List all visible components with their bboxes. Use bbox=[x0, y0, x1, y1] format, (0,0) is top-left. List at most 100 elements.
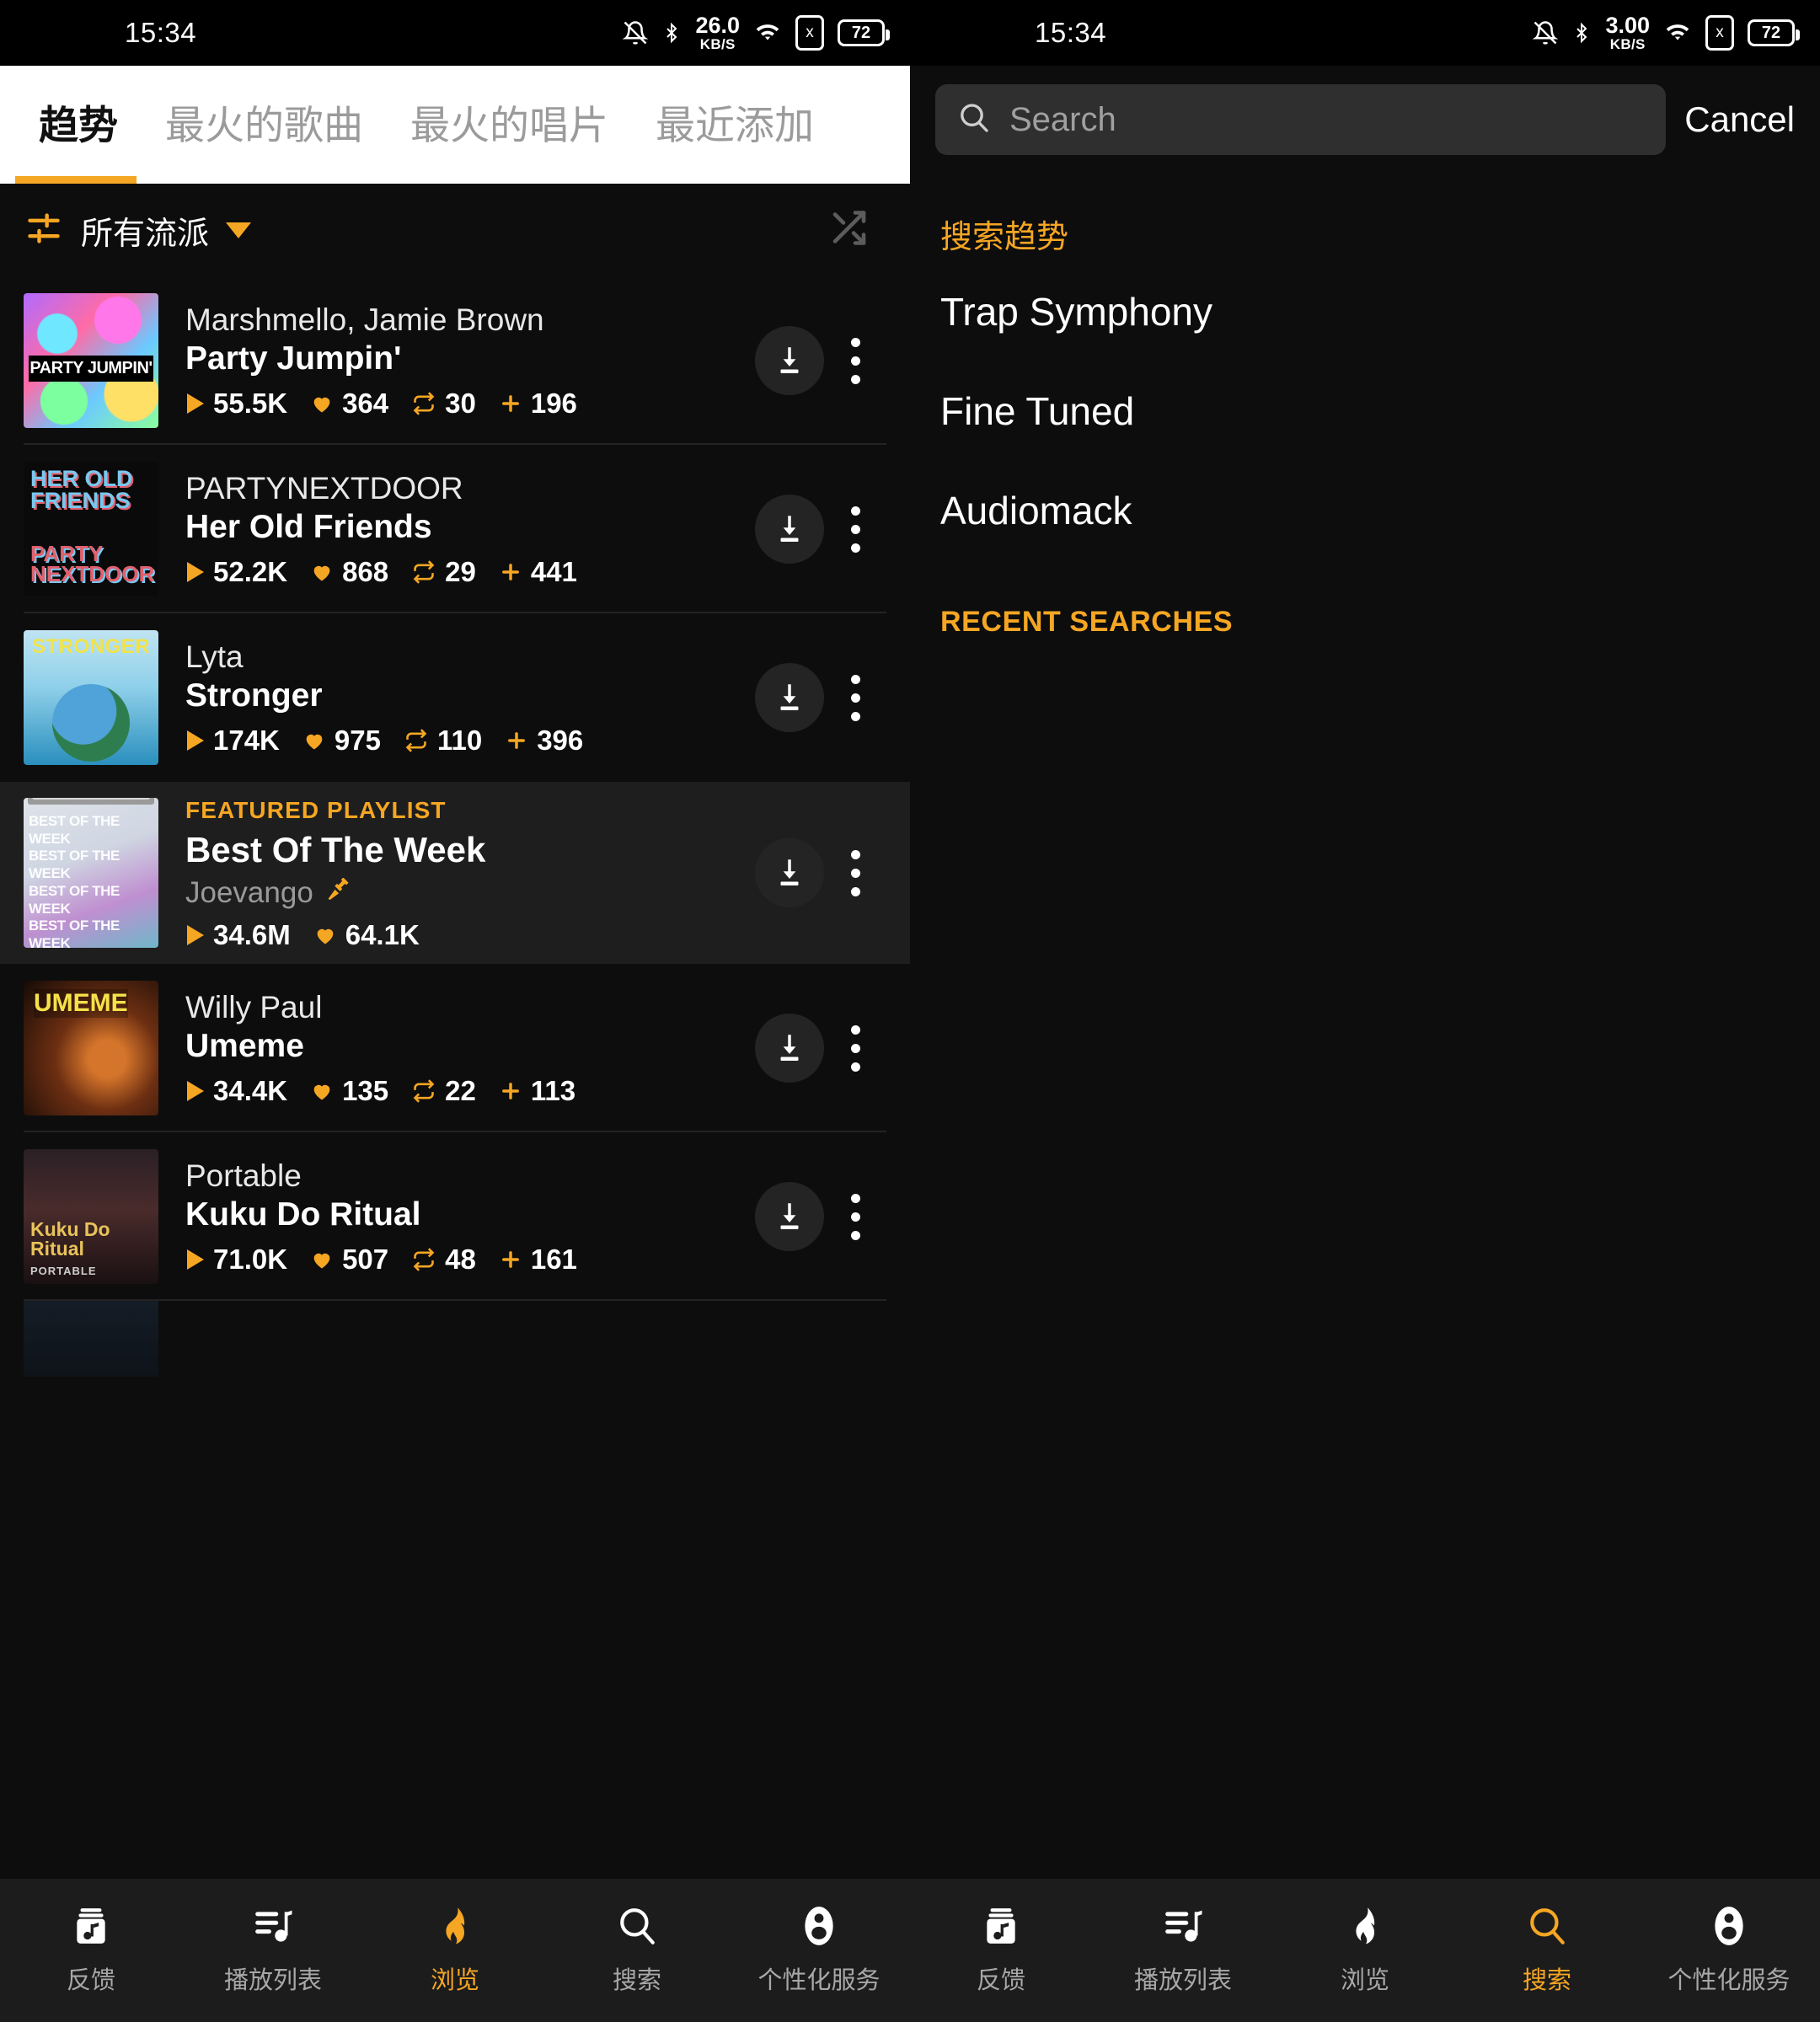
trending-search-item[interactable]: Fine Tuned bbox=[910, 361, 1820, 461]
track-meta: Portable Kuku Do Ritual 71.0K 507 48 161 bbox=[158, 1158, 755, 1276]
nav-item-account[interactable]: 个性化服务 bbox=[1638, 1905, 1820, 1996]
nav-item-browse[interactable]: 浏览 bbox=[364, 1905, 546, 1996]
track-row[interactable]: Willy Paul Umeme 34.4K 135 22 bbox=[0, 964, 910, 1132]
stat-plays: 55.5K bbox=[185, 388, 287, 420]
nav-item-feed[interactable]: 反馈 bbox=[910, 1905, 1092, 1996]
nav-label: 个性化服务 bbox=[1667, 1967, 1791, 1994]
repost-icon bbox=[413, 1079, 435, 1103]
track-title: Umeme bbox=[185, 1028, 304, 1065]
stat-adds: 441 bbox=[498, 556, 577, 588]
stat-adds: 113 bbox=[498, 1075, 575, 1107]
stat-likes: 64.1K bbox=[313, 919, 420, 951]
download-icon bbox=[780, 859, 799, 886]
album-art[interactable] bbox=[24, 293, 158, 428]
track-title: Party Jumpin' bbox=[185, 340, 402, 377]
track-row[interactable]: Portable Kuku Do Ritual 71.0K 507 48 bbox=[0, 1132, 910, 1301]
wifi-icon bbox=[753, 19, 782, 46]
dual-screenshot: 15:34 26.0 KB/S x 72 趋势 最火的歌曲 最火的唱片 最近添加… bbox=[0, 0, 1820, 2022]
more-vertical-icon[interactable] bbox=[824, 674, 886, 721]
repost-icon bbox=[413, 1248, 435, 1271]
plus-icon bbox=[508, 732, 526, 750]
more-vertical-icon[interactable] bbox=[824, 849, 886, 896]
nav-item-feed[interactable]: 反馈 bbox=[0, 1905, 182, 1996]
nav-label: 个性化服务 bbox=[757, 1967, 881, 1994]
tab-recently-added[interactable]: 最近添加 bbox=[632, 66, 838, 184]
download-button[interactable] bbox=[755, 495, 824, 564]
track-artist: Portable bbox=[185, 1158, 302, 1193]
play-triangle-icon bbox=[187, 1081, 204, 1102]
stat-plays: 34.4K bbox=[185, 1075, 287, 1107]
nav-item-browse[interactable]: 浏览 bbox=[1274, 1905, 1456, 1996]
track-artist: Lyta bbox=[185, 639, 244, 674]
play-triangle-icon bbox=[187, 393, 204, 415]
account-icon bbox=[805, 1907, 833, 1945]
search-header: Search Cancel bbox=[910, 66, 1820, 177]
sliders-icon[interactable] bbox=[25, 210, 62, 251]
nav-item-search[interactable]: 搜索 bbox=[546, 1905, 728, 1996]
download-icon bbox=[780, 684, 799, 711]
track-title: Kuku Do Ritual bbox=[185, 1196, 421, 1233]
track-artist: Willy Paul bbox=[185, 989, 323, 1024]
heart-icon bbox=[313, 398, 330, 413]
more-vertical-icon[interactable] bbox=[824, 1193, 886, 1240]
album-art[interactable] bbox=[24, 630, 158, 765]
nav-item-playlist[interactable]: 播放列表 bbox=[1092, 1905, 1274, 1996]
search-icon bbox=[620, 1908, 655, 1944]
track-row-partial[interactable] bbox=[0, 1301, 910, 1377]
stat-reposts: 30 bbox=[410, 388, 476, 420]
plus-icon bbox=[501, 1251, 519, 1269]
track-stats: 55.5K 364 30 196 bbox=[185, 388, 743, 420]
trending-search-item[interactable]: Trap Symphony bbox=[910, 262, 1820, 361]
tab-bar[interactable]: 趋势 最火的歌曲 最火的唱片 最近添加 bbox=[0, 66, 910, 184]
nav-label: 搜索 bbox=[612, 1967, 661, 1994]
chevron-down-icon[interactable] bbox=[226, 222, 252, 238]
download-button[interactable] bbox=[755, 663, 824, 732]
playlist-stats: 34.6M 64.1K bbox=[185, 919, 743, 951]
album-art[interactable] bbox=[24, 462, 158, 596]
featured-playlist-row[interactable]: BEST OF THE WEEK BEST OF THE WEEK BEST OF … bbox=[0, 782, 910, 964]
track-row[interactable]: Lyta Stronger 174K 975 110 bbox=[0, 613, 910, 782]
plus-icon bbox=[501, 1083, 519, 1100]
bottom-nav-right[interactable]: 反馈 播放列表 浏览 搜索 个性化服务 bbox=[910, 1879, 1820, 2022]
nav-item-account[interactable]: 个性化服务 bbox=[728, 1905, 910, 1996]
tab-trending[interactable]: 趋势 bbox=[15, 66, 142, 184]
network-speed-unit: KB/S bbox=[699, 36, 736, 52]
download-button[interactable] bbox=[755, 838, 824, 907]
tab-hot-albums[interactable]: 最火的唱片 bbox=[387, 66, 632, 184]
bottom-nav-left[interactable]: 反馈 播放列表 浏览 搜索 个性化服务 bbox=[0, 1879, 910, 2022]
download-button[interactable] bbox=[755, 1014, 824, 1083]
album-art[interactable] bbox=[24, 1149, 158, 1284]
stat-reposts: 29 bbox=[410, 556, 476, 588]
album-art[interactable] bbox=[24, 1301, 158, 1377]
nav-label: 浏览 bbox=[1340, 1967, 1389, 1994]
download-button[interactable] bbox=[755, 326, 824, 395]
left-panel-trending: 15:34 26.0 KB/S x 72 趋势 最火的歌曲 最火的唱片 最近添加… bbox=[0, 0, 910, 2022]
stat-likes: 868 bbox=[309, 556, 388, 588]
tab-hot-songs[interactable]: 最火的歌曲 bbox=[142, 66, 387, 184]
track-row[interactable]: Marshmello, Jamie Brown Party Jumpin' 55… bbox=[0, 276, 910, 445]
nav-item-search[interactable]: 搜索 bbox=[1456, 1905, 1638, 1996]
trending-searches-list: Trap Symphony Fine Tuned Audiomack bbox=[910, 262, 1820, 560]
play-triangle-icon bbox=[187, 1249, 204, 1270]
stat-reposts: 22 bbox=[410, 1075, 476, 1107]
track-row[interactable]: PARTYNEXTDOOR Her Old Friends 52.2K 868 … bbox=[0, 445, 910, 613]
album-art[interactable] bbox=[24, 981, 158, 1115]
network-speed-unit: KB/S bbox=[1609, 36, 1646, 52]
shuffle-icon[interactable] bbox=[824, 208, 873, 253]
search-input[interactable]: Search bbox=[935, 84, 1667, 155]
trending-search-item[interactable]: Audiomack bbox=[910, 461, 1820, 560]
genre-filter-row[interactable]: 所有流派 bbox=[0, 184, 910, 276]
download-icon bbox=[780, 347, 799, 374]
stat-likes: 975 bbox=[302, 725, 381, 757]
verified-plug-icon bbox=[324, 874, 352, 912]
genre-filter-label[interactable]: 所有流派 bbox=[81, 207, 209, 254]
nav-item-playlist[interactable]: 播放列表 bbox=[182, 1905, 364, 1996]
more-vertical-icon[interactable] bbox=[824, 1024, 886, 1072]
heart-icon bbox=[313, 1254, 330, 1269]
more-vertical-icon[interactable] bbox=[824, 337, 886, 384]
cancel-button[interactable]: Cancel bbox=[1684, 99, 1795, 140]
more-vertical-icon[interactable] bbox=[824, 506, 886, 553]
playlist-art[interactable]: BEST OF THE WEEK BEST OF THE WEEK BEST OF … bbox=[24, 798, 158, 948]
heart-icon bbox=[317, 928, 334, 944]
download-button[interactable] bbox=[755, 1182, 824, 1251]
